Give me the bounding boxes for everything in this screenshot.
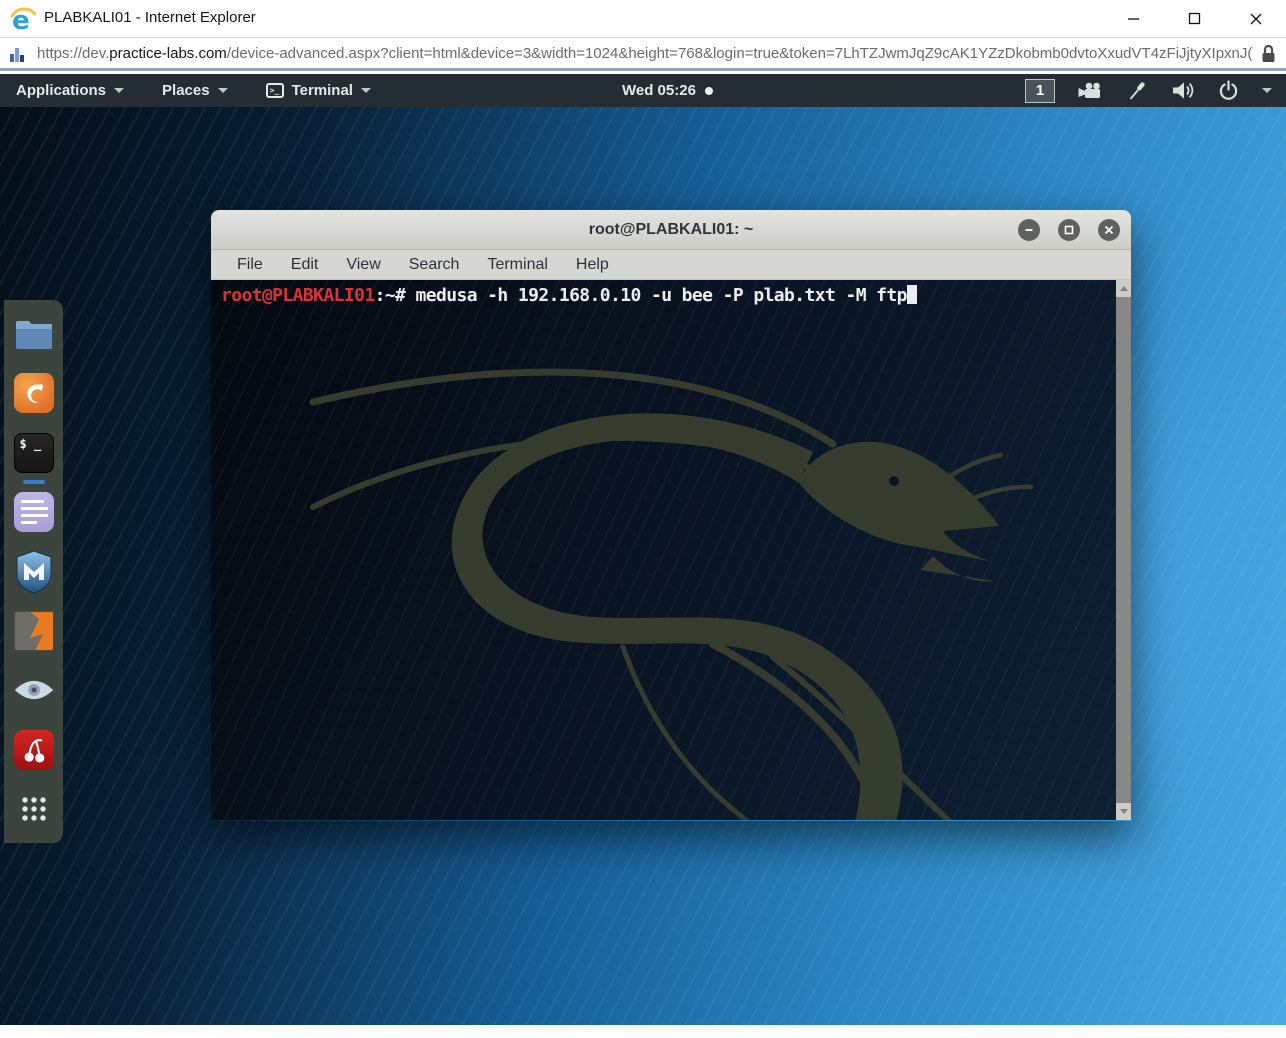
places-menu[interactable]: Places — [162, 82, 228, 99]
kali-desktop: Applications Places >_ Terminal Wed 05:2… — [0, 74, 1286, 1025]
app-grid-icon — [21, 797, 46, 821]
dock-item-firefox[interactable] — [13, 372, 55, 414]
applications-menu[interactable]: Applications — [16, 82, 125, 99]
terminal-appmenu-label: Terminal — [291, 82, 353, 99]
terminal-titlebar[interactable]: root@PLABKALI01: ~ — [211, 210, 1131, 250]
applications-menu-label: Applications — [16, 82, 107, 99]
scroll-up-icon[interactable] — [1116, 280, 1131, 297]
close-icon[interactable] — [1098, 219, 1120, 241]
lock-icon — [1262, 44, 1275, 62]
cherrytree-icon — [13, 729, 54, 770]
terminal-content[interactable]: root@PLABKALI01:~# medusa -h 192.168.0.1… — [211, 280, 1131, 820]
minimize-icon[interactable] — [1103, 0, 1164, 37]
terminal-window-title: root@PLABKALI01: ~ — [588, 221, 754, 238]
screen: e PLABKALI01 - Internet Explorer https:/… — [0, 0, 1286, 1038]
terminal-menubar: File Edit View Search Terminal Help — [211, 250, 1131, 280]
terminal-icon: >_ — [265, 83, 284, 98]
firefox-icon — [13, 373, 54, 414]
dock: $ _ — [4, 300, 63, 843]
chevron-down-icon — [360, 88, 371, 93]
prompt-suffix: :~# — [374, 285, 406, 306]
terminal-scrollbar[interactable] — [1116, 280, 1131, 820]
browser-window-title: PLABKALI01 - Internet Explorer — [44, 9, 256, 26]
close-icon[interactable] — [1225, 0, 1286, 37]
menu-view[interactable]: View — [346, 256, 380, 274]
maximize-icon[interactable] — [1164, 0, 1225, 37]
restore-icon[interactable] — [1058, 219, 1080, 241]
menu-help[interactable]: Help — [576, 256, 609, 274]
screwdriver-icon[interactable] — [1126, 80, 1148, 102]
chevron-down-icon — [217, 88, 228, 93]
gnome-topbar: Applications Places >_ Terminal Wed 05:2… — [0, 74, 1286, 107]
eye-icon — [14, 681, 53, 700]
window-controls — [1103, 0, 1286, 37]
url-prefix: https://dev. — [37, 45, 110, 62]
power-icon[interactable] — [1218, 80, 1239, 101]
clock-label: Wed 05:26 — [622, 82, 696, 99]
notification-dot-icon — [704, 86, 713, 95]
text-cursor — [906, 285, 917, 304]
url-domain: practice-labs.com — [109, 45, 227, 62]
menu-edit[interactable]: Edit — [291, 256, 319, 274]
workspace-indicator[interactable]: 1 — [1025, 78, 1055, 103]
places-menu-label: Places — [162, 82, 210, 99]
browser-urlbar: https://dev.practice-labs.com/device-adv… — [0, 39, 1286, 71]
dock-item-terminal[interactable]: $ _ — [13, 432, 55, 484]
clock[interactable]: Wed 05:26 — [622, 74, 713, 107]
video-camera-icon[interactable] — [1078, 82, 1103, 99]
workspace-number: 1 — [1035, 82, 1045, 99]
file-manager-icon — [15, 321, 52, 349]
browser-titlebar: e PLABKALI01 - Internet Explorer — [0, 0, 1286, 38]
terminal-app-icon: $ _ — [13, 432, 54, 473]
terminal-window: root@PLABKALI01: ~ File Edit View Search… — [211, 210, 1131, 821]
scroll-down-icon[interactable] — [1116, 803, 1131, 820]
prompt-user-host: root@PLABKALI01 — [221, 285, 375, 306]
dock-item-show-applications[interactable] — [13, 788, 55, 830]
dock-item-cherrytree[interactable] — [13, 729, 55, 771]
dock-item-eye-tool[interactable] — [13, 669, 55, 711]
menu-file[interactable]: File — [237, 256, 263, 274]
menu-terminal[interactable]: Terminal — [487, 256, 547, 274]
running-indicator — [22, 479, 45, 484]
terminal-prompt-line: root@PLABKALI01:~# medusa -h 192.168.0.1… — [221, 285, 917, 306]
page-bottom-strip — [0, 1025, 1286, 1038]
dock-item-text-editor[interactable] — [13, 491, 55, 533]
chevron-down-icon[interactable] — [1262, 88, 1272, 93]
kali-dragon-watermark — [309, 368, 1034, 820]
internet-explorer-icon: e — [10, 7, 36, 33]
dock-item-files[interactable] — [13, 313, 55, 355]
command-text: medusa -h 192.168.0.10 -u bee -P plab.tx… — [405, 285, 908, 306]
address-bar[interactable]: https://dev.practice-labs.com/device-adv… — [37, 45, 1255, 62]
page-icon — [10, 47, 24, 62]
metasploit-icon — [16, 549, 51, 594]
dock-item-burpsuite[interactable] — [13, 610, 55, 652]
volume-icon[interactable] — [1171, 81, 1195, 100]
burpsuite-icon — [13, 610, 54, 651]
menu-search[interactable]: Search — [409, 256, 460, 274]
text-editor-icon — [13, 492, 54, 533]
terminal-appmenu[interactable]: >_ Terminal — [265, 82, 371, 99]
minimize-icon[interactable] — [1018, 219, 1040, 241]
chevron-down-icon — [114, 88, 125, 93]
dock-item-metasploit[interactable] — [13, 549, 55, 594]
url-rest: /device-advanced.aspx?client=html&device… — [226, 45, 1253, 62]
